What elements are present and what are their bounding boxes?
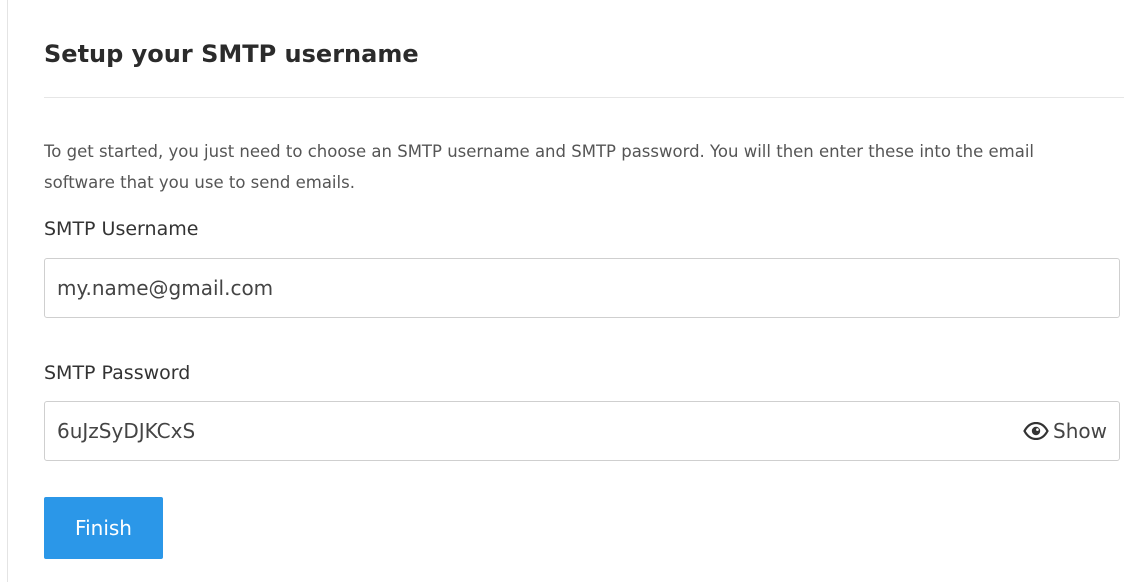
smtp-password-value: 6uJzSyDJKCxS <box>57 419 196 443</box>
eye-icon <box>1023 422 1049 440</box>
title-divider <box>44 97 1124 98</box>
smtp-setup-panel: Setup your SMTP username To get started,… <box>44 0 1124 582</box>
smtp-username-label: SMTP Username <box>44 218 199 240</box>
smtp-password-label: SMTP Password <box>44 362 191 384</box>
finish-button[interactable]: Finish <box>44 497 163 559</box>
smtp-username-value: my.name@gmail.com <box>57 276 274 300</box>
left-border <box>7 0 8 582</box>
intro-text: To get started, you just need to choose … <box>44 142 1035 192</box>
smtp-password-input[interactable]: 6uJzSyDJKCxS Show <box>44 401 1120 461</box>
show-password-label: Show <box>1053 419 1107 443</box>
page-title: Setup your SMTP username <box>44 40 419 68</box>
show-password-toggle[interactable]: Show <box>1023 402 1107 460</box>
smtp-username-input[interactable]: my.name@gmail.com <box>44 258 1120 318</box>
